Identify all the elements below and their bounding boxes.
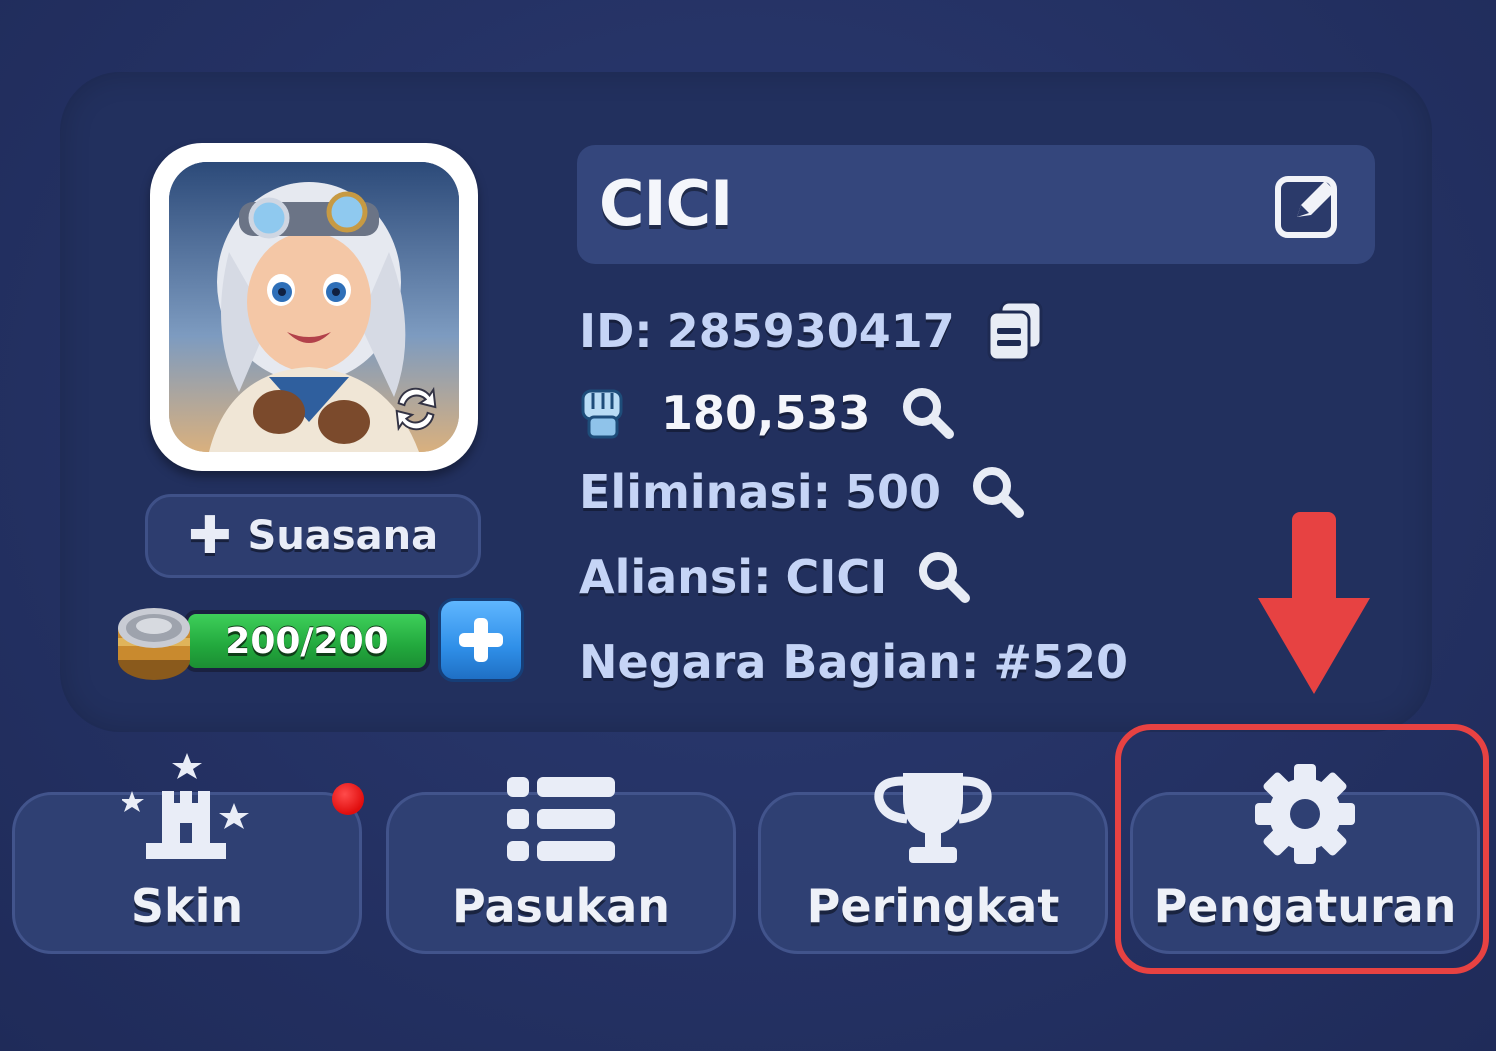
profile-screen: ✚ Suasana 200/200 CICI ID: 285930417 180… [0, 0, 1496, 1051]
stamina-add-button[interactable] [438, 598, 524, 682]
alliance-label: Aliansi: [579, 550, 772, 604]
edit-icon[interactable] [1273, 169, 1345, 241]
swap-icon[interactable] [387, 380, 445, 438]
player-id-value: 285930417 [666, 304, 955, 358]
state-label: Negara Bagian: [579, 635, 980, 689]
copy-icon[interactable] [985, 300, 1045, 362]
castle-icon [122, 753, 249, 859]
alliance-row: Aliansi: CICI [579, 550, 971, 604]
power-row: 180,533 [579, 385, 955, 441]
trophy-icon [874, 773, 992, 863]
player-name: CICI [599, 167, 733, 240]
down-arrow-icon [1258, 512, 1370, 694]
plus-icon: ✚ [187, 506, 232, 566]
stamina-bar: 200/200 [184, 610, 430, 672]
stamina-value: 200/200 [225, 620, 389, 662]
plus-icon [459, 618, 503, 662]
ambience-button-label: Suasana [247, 513, 439, 559]
avatar-image [169, 162, 459, 452]
state-row: Negara Bagian: #520 [579, 635, 1128, 689]
stamina-can-icon [118, 608, 190, 680]
list-icon [507, 777, 615, 861]
settings-highlight [1115, 724, 1489, 974]
troops-button[interactable]: Pasukan [386, 777, 736, 954]
player-id-label: ID: [579, 304, 653, 358]
state-value: #520 [993, 635, 1128, 689]
player-name-box: CICI [577, 145, 1375, 264]
power-value: 180,533 [661, 386, 871, 440]
ambience-button[interactable]: ✚ Suasana [145, 494, 481, 578]
skin-button-label: Skin [130, 879, 244, 933]
ranking-button[interactable]: Peringkat [758, 773, 1108, 954]
ranking-button-label: Peringkat [806, 879, 1060, 933]
search-icon[interactable] [917, 550, 971, 604]
troops-button-label: Pasukan [451, 879, 671, 933]
alliance-value: CICI [785, 550, 888, 604]
avatar[interactable] [150, 143, 478, 471]
skin-button[interactable]: Skin [12, 753, 362, 954]
elimination-row: Eliminasi: 500 [579, 465, 1025, 519]
elimination-value: 500 [845, 465, 942, 519]
notification-badge [332, 783, 364, 815]
search-icon[interactable] [901, 386, 955, 440]
search-icon[interactable] [971, 465, 1025, 519]
elimination-label: Eliminasi: [579, 465, 831, 519]
player-id-row: ID: 285930417 [579, 300, 1045, 362]
power-fist-icon [581, 389, 623, 439]
